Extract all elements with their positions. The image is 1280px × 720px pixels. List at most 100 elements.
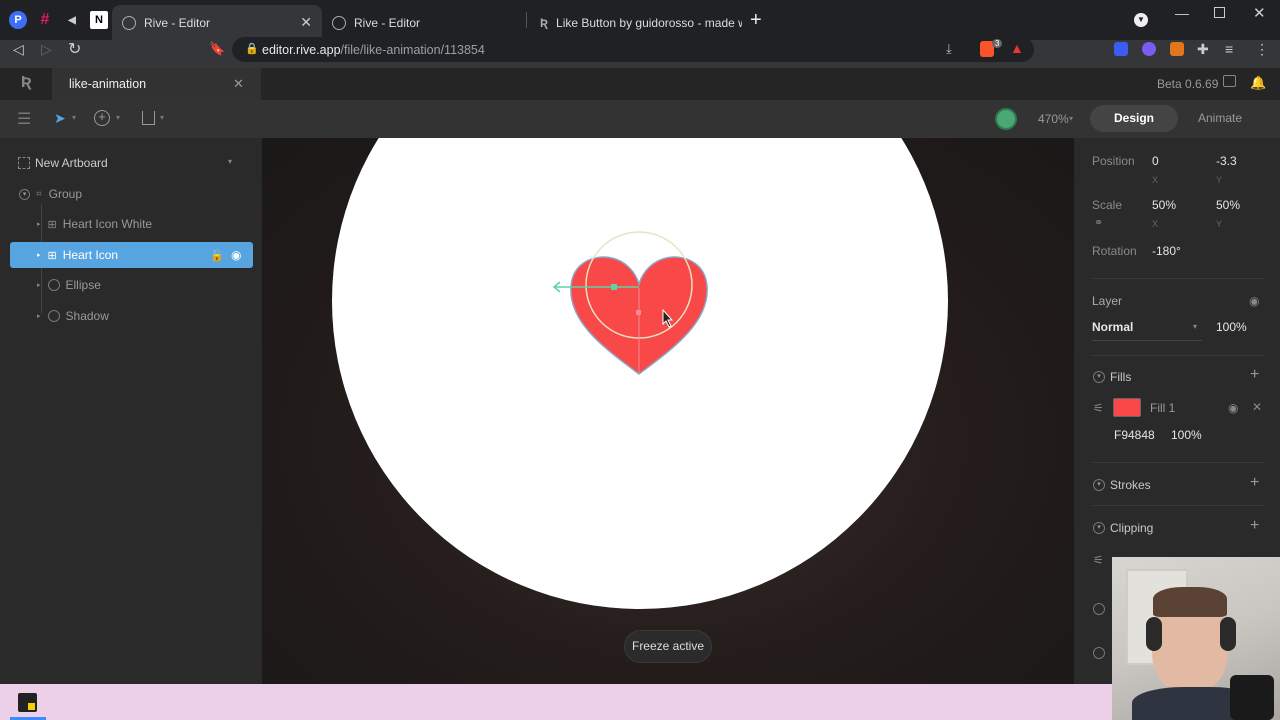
layer-ellipse[interactable]: ▸ Ellipse [10, 272, 253, 298]
collapse-icon[interactable]: ▾ [19, 188, 30, 200]
app-taskbar-icon[interactable] [18, 693, 37, 712]
add-stroke-icon[interactable]: + [1250, 474, 1259, 492]
extension-icon[interactable] [1142, 42, 1156, 56]
reload-icon[interactable]: ↻ [68, 39, 81, 59]
avatar[interactable] [995, 108, 1017, 130]
add-clipping-icon[interactable]: + [1250, 517, 1259, 535]
collapse-icon[interactable]: ▾ [1093, 479, 1105, 491]
fill-opacity-field[interactable]: 100% [1171, 428, 1202, 442]
media-queue-icon[interactable]: ≡ [1225, 41, 1233, 57]
minimize-icon[interactable]: — [1175, 5, 1189, 21]
pinned-tab-p-icon[interactable]: P [9, 11, 27, 29]
collapse-icon[interactable]: ▾ [1093, 371, 1105, 383]
divider [1092, 505, 1264, 506]
position-y-field[interactable]: -3.3 [1216, 154, 1237, 168]
scale-x-field[interactable]: 50% [1152, 198, 1176, 212]
rive-logo-icon[interactable]: Ʀ [21, 74, 32, 92]
extension-icon[interactable] [1114, 42, 1128, 56]
collapse-icon[interactable] [1093, 647, 1105, 659]
notification-bell-icon[interactable]: 🔔 [1250, 75, 1266, 91]
forward-icon[interactable]: ▷ [41, 41, 52, 58]
chevron-down-icon[interactable]: ▾ [1193, 322, 1197, 331]
export-tool-icon[interactable] [142, 111, 155, 125]
clipping-options-icon[interactable]: ⚟ [1093, 553, 1104, 567]
position-x-field[interactable]: 0 [1152, 154, 1159, 168]
rotation-field[interactable]: -180° [1152, 244, 1181, 258]
tab-animate[interactable]: Animate [1184, 105, 1256, 132]
layer-heart-icon-white[interactable]: ▸ ⊞ Heart Icon White [10, 211, 253, 237]
tab-search-icon[interactable]: ▼ [1134, 13, 1148, 27]
expand-icon[interactable]: ▸ [37, 251, 41, 259]
blend-mode-select[interactable]: Normal [1092, 320, 1133, 334]
translate-handle[interactable] [611, 284, 617, 290]
close-window-icon[interactable]: ✕ [1253, 4, 1266, 22]
extensions-puzzle-icon[interactable]: ✚ [1197, 41, 1209, 58]
eye-icon[interactable]: ◉ [1228, 401, 1238, 415]
install-icon[interactable]: ⤓ [946, 41, 952, 57]
divider [1092, 462, 1264, 463]
maximize-icon[interactable] [1214, 7, 1225, 18]
layer-group[interactable]: ▾ ⌗ Group [10, 181, 253, 207]
fill-hex-field[interactable]: F94848 [1114, 428, 1155, 442]
close-file-icon[interactable]: ✕ [233, 76, 244, 92]
divider [1092, 340, 1202, 341]
browser-tab-title: Like Button by guidorosso - made wit [556, 15, 742, 30]
bookmark-icon[interactable]: 🔖 [209, 41, 225, 57]
browser-tab-active[interactable]: Rive - Editor ✕ [112, 5, 322, 40]
eye-icon[interactable]: ◉ [1249, 294, 1259, 308]
layer-heart-icon[interactable]: ▸ ⊞ Heart Icon 🔓 ◉ [10, 242, 253, 268]
remove-fill-icon[interactable]: ✕ [1252, 400, 1262, 414]
zoom-level[interactable]: 470% [1038, 112, 1069, 126]
fill-swatch[interactable] [1113, 398, 1141, 417]
new-tab-icon[interactable]: + [750, 9, 762, 32]
expand-icon[interactable]: ▸ [37, 281, 41, 289]
shape-icon: ⊞ [47, 249, 57, 262]
pinned-tab-notion-icon[interactable]: N [90, 11, 108, 29]
scale-y-field[interactable]: 50% [1216, 198, 1240, 212]
unlock-icon[interactable]: 🔓 [210, 249, 224, 262]
add-fill-icon[interactable]: + [1250, 366, 1259, 384]
url-input[interactable]: 🔒 editor.rive.app/file/like-animation/11… [232, 37, 1034, 62]
artboard-label[interactable]: New Artboard [35, 156, 108, 170]
version-label: Beta 0.6.69 [1157, 77, 1219, 91]
brave-rewards-icon[interactable]: ▲ [1010, 40, 1024, 56]
layer-label: Shadow [65, 309, 109, 323]
create-tool-icon[interactable]: + [94, 110, 110, 126]
chevron-down-icon[interactable]: ▾ [72, 113, 76, 122]
expand-icon[interactable]: ▸ [37, 312, 41, 320]
expand-icon[interactable]: ▸ [37, 220, 41, 228]
fill-options-icon[interactable]: ⚟ [1093, 401, 1104, 415]
layer-shadow[interactable]: ▸ Shadow [10, 303, 253, 329]
collapse-icon[interactable] [1093, 603, 1105, 615]
eye-icon[interactable]: ◉ [231, 248, 241, 262]
file-tab[interactable]: like-animation ✕ [52, 68, 261, 100]
artboard-icon [18, 157, 30, 169]
close-tab-icon[interactable]: ✕ [300, 14, 312, 31]
select-tool-icon[interactable]: ➤ [54, 110, 66, 127]
collapse-icon[interactable]: ▾ [1093, 522, 1105, 534]
stage-canvas[interactable]: Freeze active [262, 138, 1074, 684]
browser-menu-icon[interactable]: ⋮ [1255, 41, 1269, 58]
chevron-down-icon[interactable]: ▾ [1069, 114, 1073, 123]
chevron-down-icon[interactable]: ▾ [160, 113, 164, 122]
layer-opacity-field[interactable]: 100% [1216, 320, 1247, 334]
browser-tab[interactable]: Rive - Editor [322, 5, 522, 40]
shield-count-badge: 3 [992, 39, 1003, 48]
x-caption: X [1152, 219, 1159, 229]
back-icon[interactable]: ◁ [13, 41, 24, 58]
tab-design[interactable]: Design [1090, 105, 1178, 132]
link-scale-icon[interactable]: ⚭ [1094, 216, 1103, 229]
lock-icon: 🔒 [245, 43, 259, 55]
origin-handle[interactable] [636, 310, 641, 315]
app-header: Ʀ like-animation ✕ Beta 0.6.69 🔔 [0, 68, 1280, 100]
metamask-icon[interactable] [1170, 42, 1184, 56]
pinned-tab-speaker-icon[interactable]: ◀ [63, 11, 81, 29]
artwork-svg [332, 138, 948, 609]
globe-icon [332, 15, 346, 30]
pinned-tab-slack-icon[interactable]: # [36, 11, 54, 29]
feedback-icon[interactable] [1223, 75, 1236, 87]
chevron-down-icon[interactable]: ▾ [116, 113, 120, 122]
hamburger-menu-icon[interactable]: ☰ [17, 109, 31, 129]
chevron-down-icon[interactable]: ▾ [228, 157, 232, 166]
browser-tab[interactable]: Ʀ Like Button by guidorosso - made wit [530, 5, 742, 40]
